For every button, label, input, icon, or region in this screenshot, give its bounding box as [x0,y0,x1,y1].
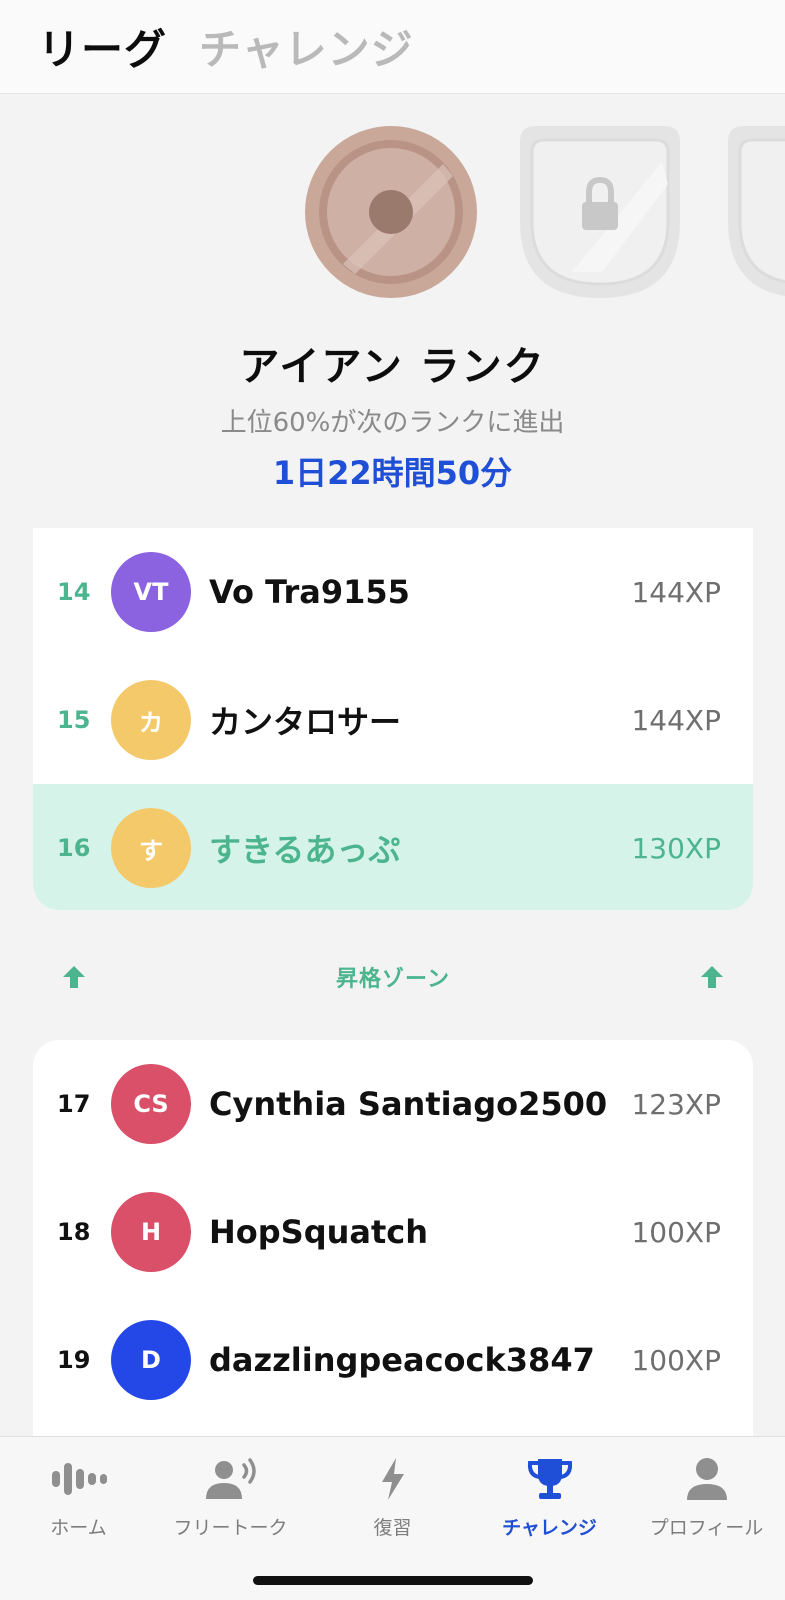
avatar: VT [111,552,191,632]
nav-review[interactable]: 復習 [314,1451,471,1551]
user-name: HopSquatch [209,1213,429,1251]
user-name: Vo Tra9155 [209,573,410,611]
avatar: す [111,808,191,888]
waveform-icon [51,1463,107,1495]
promotion-zone-label: 昇格ゾーン [336,967,450,992]
nav-profile[interactable]: プロフィール [628,1451,785,1551]
nav-label: プロフィール [649,1517,764,1539]
rank-title: アイアン ランク [239,344,546,390]
avatar: カ [111,680,191,760]
user-name: カンタロサー [209,703,402,741]
xp-value: 130XP [631,831,721,865]
xp-value: 123XP [631,1087,721,1121]
iron-medal-icon[interactable] [303,124,479,300]
locked-badge-icon[interactable] [720,122,785,302]
leaderboard-promotion-card: 14 VT Vo Tra9155 144XP 15 カ カンタロサー 144XP… [33,528,753,910]
avatar: CS [111,1064,191,1144]
nav-free-talk[interactable]: フリートーク [152,1451,309,1551]
rank-number: 18 [57,1218,91,1246]
leaderboard-row-current-user[interactable]: 16 す すきるあっぷ 130XP [33,784,753,910]
leaderboard-row[interactable]: 15 カ カンタロサー 144XP [33,656,753,784]
xp-value: 100XP [631,1343,721,1377]
rank-number: 19 [57,1346,91,1374]
nav-challenge[interactable]: チャレンジ [471,1451,628,1551]
user-name: dazzlingpeacock3847 [209,1341,595,1379]
up-arrow-icon [701,966,723,988]
leaderboard-row[interactable]: 19 D dazzlingpeacock3847 100XP [33,1296,753,1424]
xp-value: 144XP [631,703,721,737]
trophy-icon [527,1459,572,1499]
xp-value: 100XP [631,1215,721,1249]
person-icon [686,1458,727,1500]
nav-label: フリートーク [173,1517,288,1539]
lightning-icon [381,1458,404,1500]
rank-number: 16 [57,834,91,862]
tab-league[interactable]: リーグ [38,16,167,77]
nav-label: ホーム [50,1517,107,1539]
nav-label: チャレンジ [502,1517,597,1539]
locked-badge-icon[interactable] [512,122,688,302]
rank-description: 上位60%が次のランクに進出 [220,408,565,438]
person-speaking-icon [205,1458,256,1499]
leaderboard-card: 17 CS Cynthia Santiago2500 123XP 18 H Ho… [33,1040,753,1450]
leaderboard-row[interactable]: 17 CS Cynthia Santiago2500 123XP [33,1040,753,1168]
nav-label: 復習 [373,1517,412,1539]
leaderboard-row[interactable]: 14 VT Vo Tra9155 144XP [33,528,753,656]
tab-challenge[interactable]: チャレンジ [199,16,414,77]
user-name: すきるあっぷ [209,831,401,869]
xp-value: 144XP [631,575,721,609]
user-name: Cynthia Santiago2500 [209,1085,608,1123]
top-tab-bar: リーグ チャレンジ [0,0,785,94]
up-arrow-icon [63,966,85,988]
rank-timer: 1日22時間50分 [272,454,513,492]
home-indicator [253,1576,533,1585]
leaderboard-row[interactable]: 18 H HopSquatch 100XP [33,1168,753,1296]
nav-home[interactable]: ホーム [0,1451,157,1551]
rank-badges-carousel[interactable] [0,122,785,302]
avatar: H [111,1192,191,1272]
avatar: D [111,1320,191,1400]
rank-number: 14 [57,578,91,606]
rank-number: 17 [57,1090,91,1118]
promotion-zone-divider: 昇格ゾーン [33,955,753,999]
rank-number: 15 [57,706,91,734]
